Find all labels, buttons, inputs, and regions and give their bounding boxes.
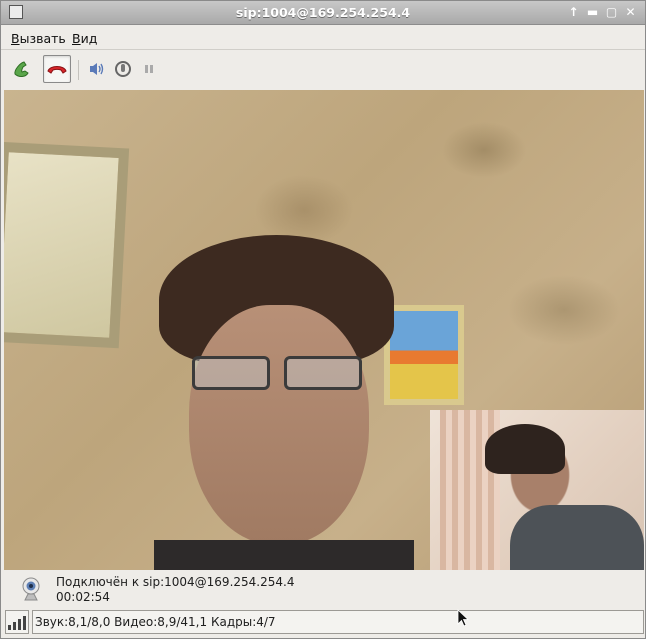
close-icon[interactable]: ✕ (624, 4, 637, 20)
status-bar: Звук:8,1/8,0 Видео:8,9/41,1 Кадры:4/7 (1, 607, 645, 638)
minimize-icon[interactable]: ▬ (586, 4, 599, 20)
answer-call-button[interactable] (8, 55, 36, 83)
mouse-cursor-icon (457, 609, 469, 627)
title-bar[interactable]: sip:1004@169.254.254.4 ↑ ▬ ▢ ✕ (1, 1, 645, 25)
maximize-icon[interactable]: ▢ (605, 4, 618, 20)
background-painting (384, 305, 464, 405)
remote-person-face (189, 305, 369, 545)
menu-call[interactable]: Вызвать (11, 31, 66, 46)
pause-button[interactable] (135, 55, 163, 83)
menu-view-label: Вид (72, 31, 98, 46)
webcam-icon (22, 577, 40, 601)
arrow-up-icon[interactable]: ↑ (567, 4, 580, 20)
hangup-icon (47, 66, 67, 74)
call-status: Подключён к sip:1004@169.254.254.4 00:02… (1, 571, 645, 607)
microphone-button[interactable] (109, 55, 137, 83)
background-picture-frame (4, 141, 130, 349)
connection-status: Подключён к sip:1004@169.254.254.4 (56, 575, 295, 589)
speaker-volume-icon (90, 63, 104, 75)
window-title: sip:1004@169.254.254.4 (235, 5, 411, 20)
toolbar-separator (78, 60, 79, 80)
microphone-icon (115, 61, 131, 77)
call-duration: 00:02:54 (56, 590, 110, 604)
media-stats: Звук:8,1/8,0 Видео:8,9/41,1 Кадры:4/7 (32, 610, 644, 634)
call-window: sip:1004@169.254.254.4 ↑ ▬ ▢ ✕ Вызвать В… (0, 0, 646, 639)
menu-call-label: Вызвать (11, 31, 66, 46)
call-answer-icon (14, 61, 29, 77)
menu-bar: Вызвать Вид (1, 26, 645, 50)
remote-person-shirt (154, 540, 414, 570)
signal-strength-icon[interactable] (5, 610, 29, 634)
hangup-button[interactable] (43, 55, 71, 83)
volume-button[interactable] (83, 55, 111, 83)
local-video-preview[interactable] (430, 410, 644, 570)
remote-person-glasses (192, 356, 367, 392)
menu-view[interactable]: Вид (72, 31, 97, 46)
pause-icon (145, 65, 153, 73)
toolbar (1, 51, 645, 89)
